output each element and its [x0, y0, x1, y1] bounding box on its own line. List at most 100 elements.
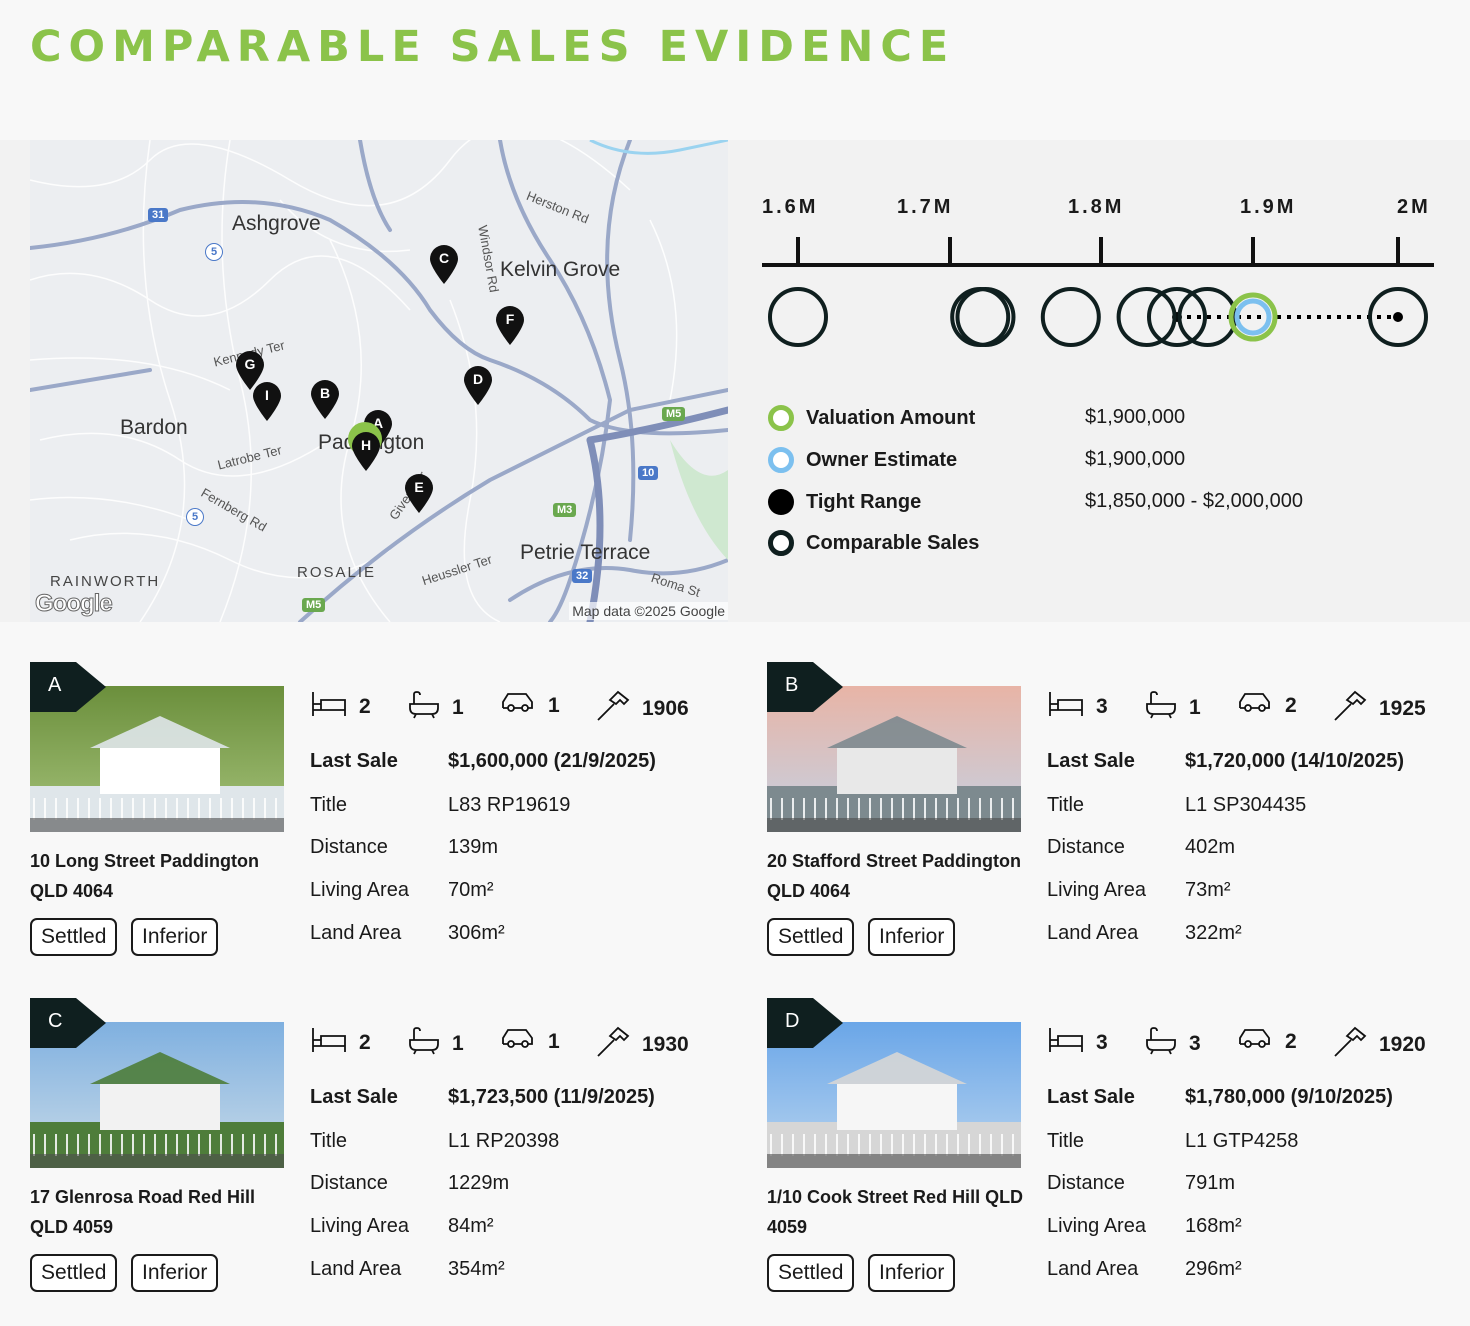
map-pin-h[interactable]: H: [351, 432, 381, 472]
living-area-value: 70m²: [448, 879, 494, 901]
last-sale-label: Last Sale: [310, 1086, 398, 1108]
distance-value: 791m: [1185, 1172, 1236, 1194]
hammer-icon: [1333, 690, 1379, 728]
hammer-icon: [596, 690, 642, 728]
scale-tick-label: 1.9M: [1240, 196, 1297, 218]
title-value: L1 GTP4258: [1185, 1130, 1299, 1152]
land-area-value: 296m²: [1185, 1258, 1242, 1280]
map-attribution[interactable]: Map data ©2025 Google: [569, 602, 728, 620]
route-shield: M5: [662, 407, 686, 421]
hammer-icon: [596, 1026, 642, 1064]
title-label: Title: [1047, 1130, 1085, 1152]
comparison-badge: Inferior: [131, 918, 219, 956]
living-area-label: Living Area: [310, 1215, 409, 1237]
bedrooms-feature: 3: [1048, 690, 1108, 724]
legend-item-valuation: Valuation Amount: [768, 403, 975, 433]
card-letter-tag: A: [30, 662, 106, 712]
map-suburb-label: Kelvin Grove: [500, 258, 621, 281]
status-badge: Settled: [30, 918, 118, 956]
living-area-label: Living Area: [310, 879, 409, 901]
car-spaces-feature: 1: [500, 1026, 560, 1058]
bed-icon: [1048, 690, 1096, 724]
tight-range-dot-icon: [768, 489, 794, 515]
bed-icon: [311, 690, 359, 724]
car-spaces-feature: 2: [1237, 690, 1297, 722]
distance-value: 139m: [448, 836, 499, 858]
distance-label: Distance: [1047, 836, 1125, 858]
legend-value-owner: $1,900,000: [1085, 448, 1186, 470]
bathrooms-feature: 1: [1145, 690, 1201, 726]
property-address[interactable]: 20 Stafford Street Paddington QLD 4064: [767, 846, 1029, 906]
scale-tick-label: 1.7M: [897, 196, 954, 218]
bathrooms-feature: 1: [408, 1026, 464, 1062]
year-built-feature: 1906: [596, 690, 689, 728]
card-letter-tag: B: [767, 662, 843, 712]
map-pin-e[interactable]: E: [404, 474, 434, 514]
property-address[interactable]: 10 Long Street Paddington QLD 4064: [30, 846, 292, 906]
last-sale-value: $1,600,000 (21/9/2025): [448, 750, 656, 772]
page-title: COMPARABLE SALES EVIDENCE: [30, 22, 956, 72]
car-spaces-feature: 2: [1237, 1026, 1297, 1058]
route-shield: 10: [638, 466, 659, 480]
legend-item-tight-range: Tight Range: [768, 487, 921, 517]
property-address[interactable]: 17 Glenrosa Road Red Hill QLD 4059: [30, 1182, 292, 1242]
title-label: Title: [310, 794, 348, 816]
route-shield: 32: [572, 569, 593, 583]
land-area-label: Land Area: [310, 922, 402, 944]
google-logo: Google: [35, 590, 114, 618]
land-area-value: 322m²: [1185, 922, 1242, 944]
bed-icon: [1048, 1026, 1096, 1060]
bed-icon: [311, 1026, 359, 1060]
comparable-card-d[interactable]: D 1/10 Cook Street Red Hill QLD 4059 Set…: [767, 998, 1467, 1298]
comparable-card-c[interactable]: C 17 Glenrosa Road Red Hill QLD 4059 Set…: [30, 998, 730, 1298]
title-value: L1 RP20398: [448, 1130, 560, 1152]
scale-tick-label: 1.6M: [762, 196, 819, 218]
location-map[interactable]: Ashgrove Kelvin Grove Bardon Paddington …: [30, 140, 728, 622]
living-area-label: Living Area: [1047, 1215, 1146, 1237]
map-suburb-label: ROSALIE: [297, 564, 377, 581]
last-sale-value: $1,720,000 (14/10/2025): [1185, 750, 1405, 772]
living-area-label: Living Area: [1047, 879, 1146, 901]
comparable-ring-icon: [768, 530, 794, 556]
map-pin-b[interactable]: B: [310, 380, 340, 420]
map-suburb-label: Petrie Terrace: [520, 541, 651, 564]
card-letter-tag: D: [767, 998, 843, 1048]
land-area-value: 354m²: [448, 1258, 505, 1280]
land-area-label: Land Area: [310, 1258, 402, 1280]
bedrooms-feature: 2: [311, 1026, 371, 1060]
living-area-value: 84m²: [448, 1215, 494, 1237]
car-icon: [500, 1026, 548, 1058]
last-sale-label: Last Sale: [1047, 1086, 1135, 1108]
owner-ring-icon: [768, 447, 794, 473]
distance-value: 1229m: [448, 1172, 510, 1194]
title-label: Title: [1047, 794, 1085, 816]
map-pin-i[interactable]: I: [252, 382, 282, 422]
hammer-icon: [1333, 1026, 1379, 1064]
last-sale-value: $1,780,000 (9/10/2025): [1185, 1086, 1393, 1108]
card-letter-tag: C: [30, 998, 106, 1048]
map-suburb-label: Bardon: [120, 416, 188, 439]
bathrooms-feature: 3: [1145, 1026, 1201, 1062]
bedrooms-feature: 3: [1048, 1026, 1108, 1060]
living-area-value: 73m²: [1185, 879, 1231, 901]
comparable-card-b[interactable]: B 20 Stafford Street Paddington QLD 4064…: [767, 662, 1467, 962]
title-label: Title: [310, 1130, 348, 1152]
car-icon: [1237, 690, 1285, 722]
bath-icon: [1145, 690, 1189, 726]
status-badge: Settled: [767, 918, 855, 956]
route-shield: 5: [205, 243, 223, 261]
legend-value-valuation: $1,900,000: [1085, 406, 1186, 428]
land-area-label: Land Area: [1047, 1258, 1139, 1280]
property-address[interactable]: 1/10 Cook Street Red Hill QLD 4059: [767, 1182, 1029, 1242]
map-pin-c[interactable]: C: [429, 245, 459, 285]
map-pin-f[interactable]: F: [495, 306, 525, 346]
title-value: L1 SP304435: [1185, 794, 1307, 816]
map-pin-d[interactable]: D: [463, 366, 493, 406]
bath-icon: [408, 690, 452, 726]
comparable-card-a[interactable]: A 10 Long Street Paddington QLD 4064 Set…: [30, 662, 730, 962]
distance-label: Distance: [1047, 1172, 1125, 1194]
car-icon: [1237, 1026, 1285, 1058]
year-built-feature: 1930: [596, 1026, 689, 1064]
distance-label: Distance: [310, 1172, 388, 1194]
valuation-ring-icon: [768, 405, 794, 431]
